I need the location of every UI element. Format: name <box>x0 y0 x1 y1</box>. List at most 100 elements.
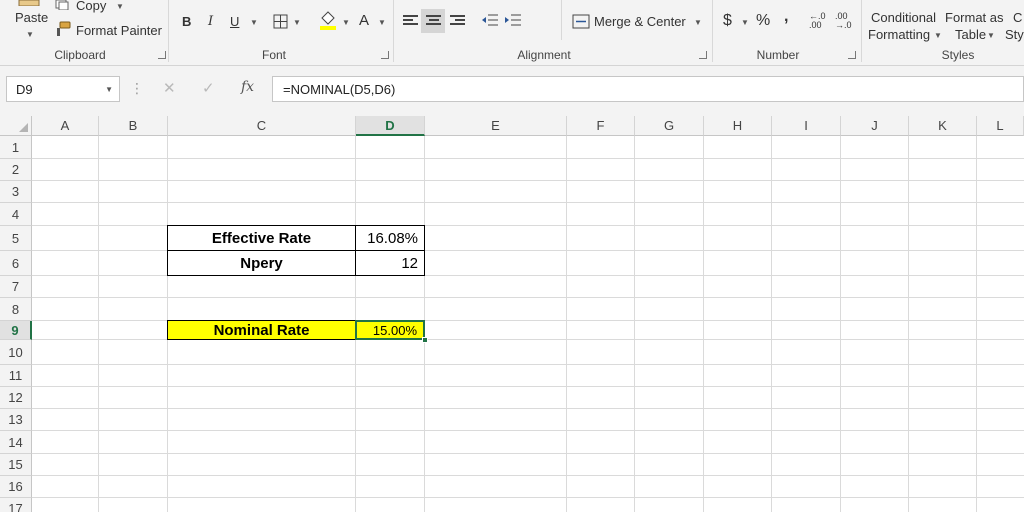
column-header-h[interactable]: H <box>704 116 772 136</box>
copy-dropdown-icon[interactable]: ▼ <box>116 2 124 11</box>
bold-button[interactable]: B <box>182 14 191 29</box>
row-header-6[interactable]: 6 <box>0 251 32 276</box>
separator <box>561 0 562 40</box>
cell-c9-nominal-rate-label[interactable]: Nominal Rate <box>167 320 356 340</box>
format-painter-icon[interactable] <box>55 21 71 37</box>
row-header-7[interactable]: 7 <box>0 276 32 298</box>
row-header-3[interactable]: 3 <box>0 181 32 203</box>
row-header-17[interactable]: 17 <box>0 498 32 512</box>
format-painter-button[interactable]: Format Painter <box>76 23 162 38</box>
row-header-1[interactable]: 1 <box>0 136 32 159</box>
merge-center-icon[interactable] <box>572 13 590 29</box>
cancel-icon[interactable]: ✕ <box>163 79 176 97</box>
copy-icon[interactable] <box>55 0 69 10</box>
styles-group-label: Styles <box>941 48 975 62</box>
clipboard-launcher-icon[interactable] <box>158 51 166 59</box>
column-header-b[interactable]: B <box>99 116 168 136</box>
formula-input[interactable]: =NOMINAL(D5,D6) <box>272 76 1024 102</box>
font-launcher-icon[interactable] <box>381 51 389 59</box>
underline-dropdown-icon[interactable]: ▼ <box>250 18 258 27</box>
insert-function-icon[interactable]: fx <box>241 79 254 95</box>
format-as-table-label-2[interactable]: Table <box>955 27 986 42</box>
gridline-horizontal <box>32 497 1024 498</box>
enter-icon[interactable]: ✓ <box>202 79 215 97</box>
merge-center-button[interactable]: Merge & Center <box>594 14 686 29</box>
decrease-indent-icon[interactable] <box>481 12 499 28</box>
formula-bar: D9 ▼ ⋮ ✕ ✓ fx =NOMINAL(D5,D6) <box>0 66 1024 116</box>
alignment-launcher-icon[interactable] <box>699 51 707 59</box>
row-header-8[interactable]: 8 <box>0 298 32 321</box>
format-as-table-dropdown-icon[interactable]: ▼ <box>987 31 995 40</box>
column-header-f[interactable]: F <box>567 116 635 136</box>
gridline-vertical <box>771 136 772 512</box>
row-header-9[interactable]: 9 <box>0 321 32 340</box>
row-header-10[interactable]: 10 <box>0 340 32 365</box>
column-header-c[interactable]: C <box>168 116 356 136</box>
paste-dropdown-icon[interactable]: ▼ <box>26 30 34 39</box>
column-header-j[interactable]: J <box>841 116 909 136</box>
conditional-formatting-dropdown-icon[interactable]: ▼ <box>934 31 942 40</box>
merge-center-dropdown-icon[interactable]: ▼ <box>694 18 702 27</box>
decrease-decimal-button[interactable]: .00 →.0 <box>835 12 855 30</box>
paste-button[interactable]: Paste <box>15 10 48 25</box>
column-header-d[interactable]: D <box>356 116 425 136</box>
cell-styles-button[interactable]: C <box>1013 10 1022 25</box>
copy-button[interactable]: Copy <box>76 0 106 13</box>
row-header-15[interactable]: 15 <box>0 454 32 476</box>
font-color-button[interactable]: A <box>359 12 369 29</box>
percent-style-button[interactable]: % <box>756 12 770 30</box>
conditional-formatting-label-2[interactable]: Formatting <box>868 27 930 42</box>
row-header-2[interactable]: 2 <box>0 159 32 181</box>
select-all-button[interactable] <box>0 116 32 136</box>
currency-format-button[interactable]: $ <box>723 12 732 30</box>
row-header-16[interactable]: 16 <box>0 476 32 498</box>
column-header-g[interactable]: G <box>635 116 704 136</box>
format-as-table-button[interactable]: Format as <box>945 10 1004 25</box>
comma-style-button[interactable]: , <box>784 8 788 26</box>
increase-indent-icon[interactable] <box>504 12 522 28</box>
gridline-vertical <box>98 136 99 512</box>
column-header-i[interactable]: I <box>772 116 841 136</box>
name-box-dropdown-icon[interactable]: ▼ <box>105 85 113 94</box>
cell-d9-nominal-rate-value[interactable]: 15.00% <box>355 320 425 340</box>
column-header-k[interactable]: K <box>909 116 977 136</box>
conditional-formatting-button[interactable]: Conditional <box>871 10 936 25</box>
separator <box>393 0 394 62</box>
gridline-horizontal <box>32 202 1024 203</box>
column-header-a[interactable]: A <box>32 116 99 136</box>
align-center-icon[interactable] <box>426 15 441 28</box>
row-header-12[interactable]: 12 <box>0 387 32 409</box>
cell-d5-effective-rate-value[interactable]: 16.08% <box>355 225 425 251</box>
number-launcher-icon[interactable] <box>848 51 856 59</box>
paste-icon[interactable] <box>14 0 44 6</box>
cell-c5-effective-rate-label[interactable]: Effective Rate <box>167 225 356 251</box>
row-header-4[interactable]: 4 <box>0 203 32 226</box>
row-header-5[interactable]: 5 <box>0 226 32 251</box>
column-header-l[interactable]: L <box>977 116 1024 136</box>
row-header-13[interactable]: 13 <box>0 409 32 431</box>
align-right-icon[interactable] <box>450 15 465 28</box>
column-header-e[interactable]: E <box>425 116 567 136</box>
separator <box>168 0 169 62</box>
increase-decimal-button[interactable]: ←.0 .00 <box>809 12 829 30</box>
borders-dropdown-icon[interactable]: ▼ <box>293 18 301 27</box>
fill-handle[interactable] <box>422 337 428 343</box>
italic-button[interactable]: I <box>208 14 213 29</box>
underline-button[interactable]: U <box>230 14 239 29</box>
name-box[interactable]: D9 ▼ <box>6 76 120 102</box>
cell-c6-npery-label[interactable]: Npery <box>167 250 356 276</box>
row-header-14[interactable]: 14 <box>0 431 32 454</box>
fill-color-icon[interactable] <box>319 10 337 30</box>
gridline-horizontal <box>32 408 1024 409</box>
gridline-vertical <box>566 136 567 512</box>
row-header-11[interactable]: 11 <box>0 365 32 387</box>
font-color-dropdown-icon[interactable]: ▼ <box>378 18 386 27</box>
currency-dropdown-icon[interactable]: ▼ <box>741 18 749 27</box>
fill-color-dropdown-icon[interactable]: ▼ <box>342 18 350 27</box>
cell-d6-npery-value[interactable]: 12 <box>355 250 425 276</box>
align-left-icon[interactable] <box>403 15 418 28</box>
worksheet-grid[interactable]: A B C D E F G H I J K L 1 2 3 4 5 6 7 8 9 10 11 12 13 14 15 16 17 Eff… <box>0 116 1024 512</box>
cell-styles-label-2[interactable]: Sty <box>1005 27 1024 42</box>
borders-icon[interactable] <box>272 13 288 29</box>
gridline-vertical <box>840 136 841 512</box>
